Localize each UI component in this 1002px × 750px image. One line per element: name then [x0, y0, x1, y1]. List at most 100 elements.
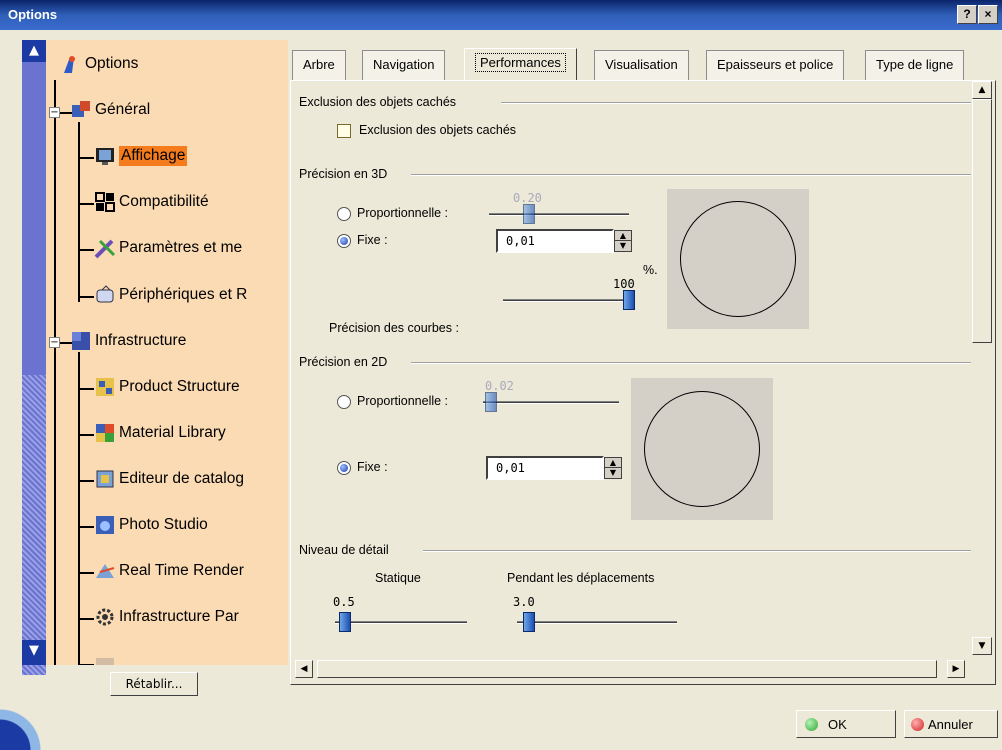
collapse-general-icon[interactable]: − [49, 107, 60, 118]
button-label: OK [828, 716, 847, 732]
performances-panel: Exclusion des objets cachés Exclusion de… [290, 80, 996, 685]
scroll-track[interactable] [22, 375, 46, 675]
tree-connector [54, 80, 56, 665]
options-icon [60, 53, 82, 75]
slider-value: 0.5 [333, 595, 355, 609]
tree-item-peripheriques[interactable]: Périphériques et R [94, 284, 247, 306]
separator [501, 102, 971, 104]
tree-item-general[interactable]: Général [70, 99, 150, 121]
circle-preview [644, 391, 760, 507]
fixed-2d-radio[interactable] [337, 461, 351, 475]
radio-label: Proportionnelle : [357, 206, 449, 220]
tab-performances[interactable]: Performances [464, 48, 577, 82]
options-tree: − − Options Général Affichage Compatibil… [46, 40, 288, 665]
panel-scroll-area: Exclusion des objets cachés Exclusion de… [291, 81, 971, 656]
photo-studio-icon [94, 514, 116, 536]
tab-navigation[interactable]: Navigation [362, 50, 446, 80]
window-title: Options [8, 7, 58, 22]
group-title: Niveau de détail [299, 543, 389, 557]
panel-horizontal-scrollbar[interactable]: ◀ ▶ [291, 656, 971, 682]
tree-item-real-time-render[interactable]: Real Time Render [94, 560, 244, 582]
product-structure-icon [94, 376, 116, 398]
slider-track [517, 621, 677, 624]
panel-vertical-scrollbar[interactable]: ▲ ▼ [971, 81, 993, 656]
tree-item-infrastructure[interactable]: Infrastructure [70, 330, 186, 352]
infrastructure-icon [70, 330, 92, 352]
tree-item-label: Infrastructure Par [119, 608, 239, 625]
scroll-right-arrow-icon[interactable]: ▶ [947, 660, 965, 678]
cancel-button[interactable]: Annuler [904, 710, 998, 738]
tree-item-product-structure[interactable]: Product Structure [94, 376, 240, 398]
tab-label: Visualisation [605, 57, 678, 72]
collapse-infrastructure-icon[interactable]: − [49, 337, 60, 348]
precision-2d-preview [631, 378, 773, 520]
tree-item-options[interactable]: Options [60, 53, 138, 75]
tree-item-affichage[interactable]: Affichage [94, 145, 188, 167]
button-label: Annuler [928, 716, 973, 732]
scroll-thumb[interactable] [972, 99, 992, 343]
tree-item-photo-studio[interactable]: Photo Studio [94, 514, 208, 536]
curve-precision-slider[interactable] [623, 290, 635, 310]
help-button[interactable]: ? [957, 5, 977, 24]
tree-item-label: Général [95, 101, 151, 118]
tree-item-catalog-editor[interactable]: Editeur de catalog [94, 468, 244, 490]
tree-connector [78, 122, 80, 302]
fixed-2d-input[interactable]: 0,01 [486, 456, 604, 480]
proportional-3d-radio[interactable] [337, 207, 351, 221]
separator [411, 174, 971, 176]
tab-type-de-ligne[interactable]: Type de ligne [865, 50, 965, 80]
fixed-3d-spinner[interactable]: ▲ ▼ [614, 230, 632, 252]
tree-scrollbar[interactable]: ▲ ▼ [22, 40, 46, 675]
ok-icon [805, 717, 818, 731]
proportional-3d-slider[interactable] [523, 204, 535, 224]
tree-connector [78, 249, 94, 251]
scroll-down-arrow-icon[interactable]: ▼ [972, 637, 992, 655]
tree-connector [78, 157, 94, 159]
fixed-2d-spinner[interactable]: ▲ ▼ [604, 457, 622, 479]
slider-value: 0.02 [485, 379, 514, 393]
tree-item-label: Photo Studio [119, 516, 208, 533]
proportional-2d-radio[interactable] [337, 395, 351, 409]
display-icon [94, 145, 116, 167]
close-button[interactable]: × [978, 5, 998, 24]
tree-item-label: Editeur de catalog [119, 470, 244, 487]
moving-label: Pendant les déplacements [507, 571, 655, 585]
fixed-3d-radio[interactable] [337, 234, 351, 248]
slider-value: 3.0 [513, 595, 535, 609]
tab-label: Arbre [303, 57, 335, 72]
slider-value: 0.20 [513, 191, 542, 205]
precision-3d-preview [667, 189, 809, 329]
radio-label: Proportionnelle : [357, 394, 449, 408]
static-detail-slider[interactable] [339, 612, 351, 632]
tree-item-label: Infrastructure [95, 332, 187, 349]
reset-button[interactable]: Rétablir... [110, 672, 198, 696]
material-library-icon [94, 422, 116, 444]
group-title: Précision en 2D [299, 355, 388, 369]
ok-button[interactable]: OK [796, 710, 896, 738]
radio-label: Fixe : [357, 460, 388, 474]
general-icon [70, 99, 92, 121]
scroll-thumb[interactable] [317, 660, 937, 678]
tab-arbre[interactable]: Arbre [292, 50, 346, 80]
tree-item-parametres[interactable]: Paramètres et me [94, 237, 242, 259]
scroll-left-arrow-icon[interactable]: ◀ [295, 660, 313, 678]
tree-item-label: Options [85, 55, 139, 72]
curve-precision-label: Précision des courbes : [329, 321, 459, 335]
fixed-3d-input[interactable]: 0,01 [496, 229, 614, 253]
separator [411, 362, 971, 364]
tab-visualisation[interactable]: Visualisation [594, 50, 689, 80]
tab-epaisseurs[interactable]: Epaisseurs et police [706, 50, 845, 80]
tree-item-material-library[interactable]: Material Library [94, 422, 226, 444]
proportional-2d-slider[interactable] [485, 392, 497, 412]
scroll-down-arrow-icon[interactable]: ▼ [22, 640, 46, 665]
scroll-up-arrow-icon[interactable]: ▲ [972, 81, 992, 99]
tree-item-label: Affichage [119, 146, 188, 166]
moving-detail-slider[interactable] [523, 612, 535, 632]
parameters-icon [94, 237, 116, 259]
tree-item-compatibilite[interactable]: Compatibilité [94, 191, 209, 213]
hidden-exclusion-checkbox[interactable] [337, 124, 351, 138]
slider-track [489, 213, 629, 216]
scroll-up-arrow-icon[interactable]: ▲ [22, 40, 46, 62]
catalog-editor-icon [94, 468, 116, 490]
tree-item-infrastructure-par[interactable]: Infrastructure Par [94, 606, 239, 628]
